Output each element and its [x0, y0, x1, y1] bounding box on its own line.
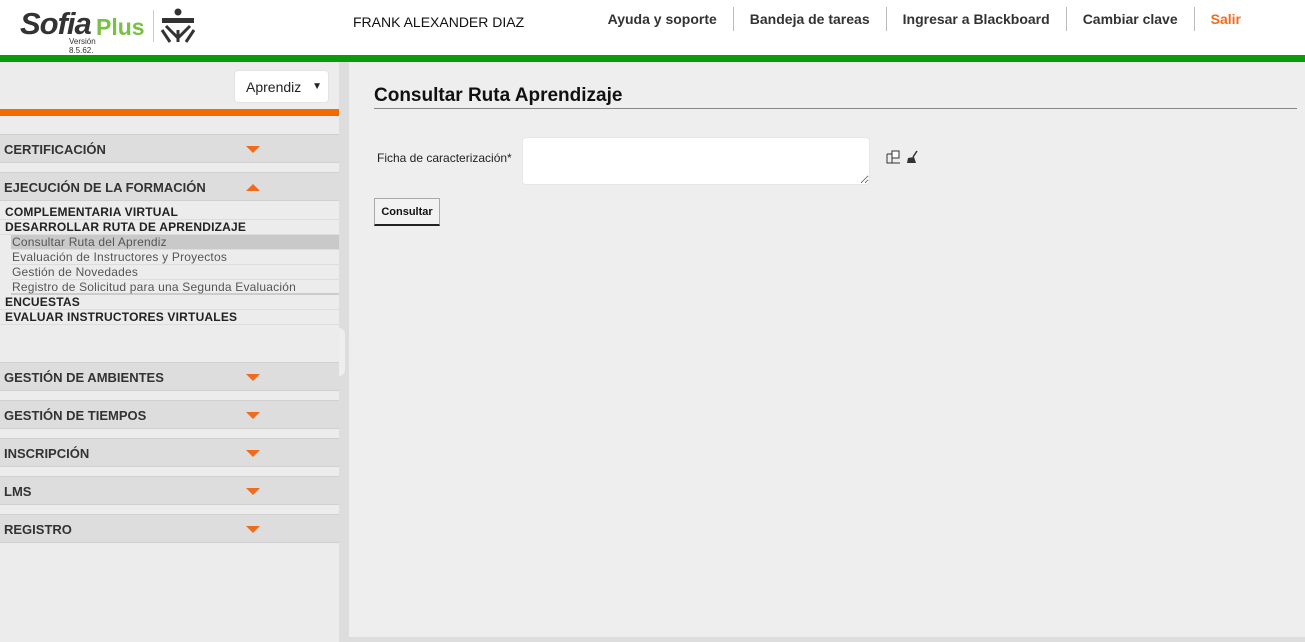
sidebar: Aprendiz ▼ CERTIFICACIÓN EJECUCIÓN DE LA … [0, 62, 339, 642]
chevron-down-icon [246, 526, 260, 533]
top-nav: Ayuda y soporte Bandeja de tareas Ingres… [592, 7, 1257, 31]
chevron-up-icon [246, 184, 260, 191]
nav-ayuda[interactable]: Ayuda y soporte [592, 7, 733, 31]
green-bar [0, 55, 1305, 62]
submenu: COMPLEMENTARIA VIRTUAL DESARROLLAR RUTA … [0, 205, 339, 325]
sena-logo-icon [160, 8, 196, 43]
accordion-label: INSCRIPCIÓN [4, 446, 90, 461]
header: Sofia Plus Versión 8.5.62. FRANK ALEXAND… [0, 0, 1305, 55]
ficha-label: Ficha de caracterización* [377, 151, 512, 165]
chevron-down-icon [246, 488, 260, 495]
accordion-lms[interactable]: LMS [0, 476, 339, 505]
accordion-label: GESTIÓN DE AMBIENTES [4, 370, 164, 385]
accordion-registro[interactable]: REGISTRO [0, 514, 339, 543]
version-label: Versión 8.5.62. [69, 37, 96, 55]
orange-bar [0, 109, 339, 116]
nav-blackboard[interactable]: Ingresar a Blackboard [885, 7, 1066, 31]
main-content: Consultar Ruta Aprendizaje Ficha de cara… [349, 62, 1305, 637]
logo-plus: Plus [96, 14, 145, 40]
menu-desarrollar-ruta[interactable]: DESARROLLAR RUTA DE APRENDIZAJE [0, 220, 339, 235]
chevron-down-icon [246, 374, 260, 381]
menu-registro-solicitud[interactable]: Registro de Solicitud para una Segunda E… [11, 280, 339, 295]
menu-complementaria[interactable]: COMPLEMENTARIA VIRTUAL [0, 205, 339, 220]
accordion-label: CERTIFICACIÓN [4, 142, 106, 157]
accordion-label: GESTIÓN DE TIEMPOS [4, 408, 147, 423]
accordion-label: EJECUCIÓN DE LA FORMACIÓN [4, 180, 206, 195]
menu-evaluar-instructores[interactable]: EVALUAR INSTRUCTORES VIRTUALES [0, 310, 339, 325]
menu-consultar-ruta[interactable]: Consultar Ruta del Aprendiz [11, 235, 339, 250]
accordion-label: REGISTRO [4, 522, 72, 537]
accordion-inscripcion[interactable]: INSCRIPCIÓN [0, 438, 339, 467]
accordion-certificacion[interactable]: CERTIFICACIÓN [0, 134, 339, 163]
menu-gestion-novedades[interactable]: Gestión de Novedades [11, 265, 339, 280]
logo-divider [153, 10, 154, 42]
menu-encuestas[interactable]: ENCUESTAS [0, 295, 339, 310]
chevron-down-icon [246, 450, 260, 457]
role-value: Aprendiz [246, 79, 302, 95]
nav-cambiar-clave[interactable]: Cambiar clave [1065, 7, 1194, 31]
role-select[interactable]: Aprendiz ▼ [234, 70, 329, 103]
broom-clear-icon[interactable] [905, 150, 919, 164]
menu-evaluacion-instructores[interactable]: Evaluación de Instructores y Proyectos [11, 250, 339, 265]
chevron-down-icon [246, 146, 260, 153]
nav-bandeja[interactable]: Bandeja de tareas [732, 7, 886, 31]
collapse-handle[interactable] [339, 328, 345, 376]
nav-salir[interactable]: Salir [1193, 7, 1257, 31]
sidebar-splitter[interactable] [339, 62, 349, 642]
consultar-button[interactable]: Consultar [374, 198, 440, 226]
accordion-ejecucion[interactable]: EJECUCIÓN DE LA FORMACIÓN [0, 172, 339, 201]
accordion-label: LMS [4, 484, 32, 499]
user-name: FRANK ALEXANDER DIAZ [353, 14, 525, 30]
ficha-input[interactable] [522, 137, 870, 185]
chevron-down-icon [246, 412, 260, 419]
dropdown-arrow-icon: ▼ [312, 81, 322, 92]
accordion-ambientes[interactable]: GESTIÓN DE AMBIENTES [0, 362, 339, 391]
search-popup-icon[interactable] [886, 150, 900, 164]
bottom-border [349, 637, 1305, 642]
page-title: Consultar Ruta Aprendizaje [374, 85, 1297, 109]
accordion-tiempos[interactable]: GESTIÓN DE TIEMPOS [0, 400, 339, 429]
